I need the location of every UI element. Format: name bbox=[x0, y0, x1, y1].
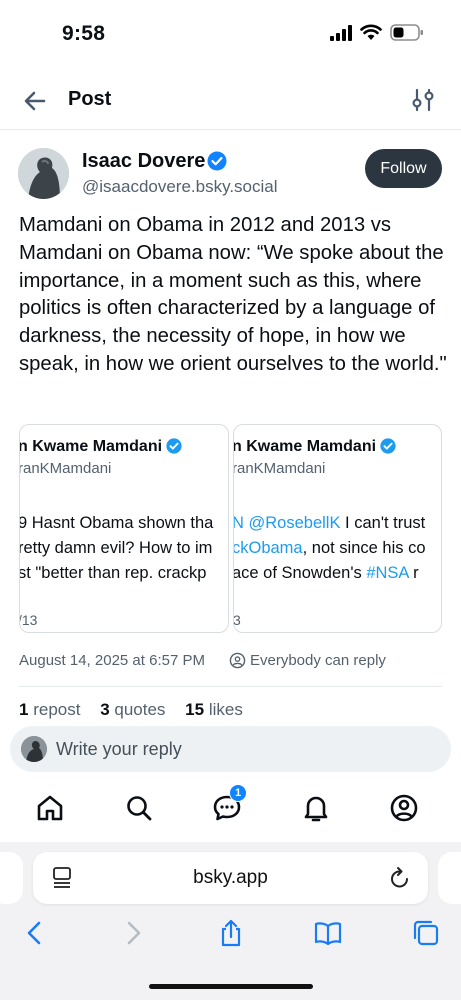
author-handle[interactable]: @isaacdovere.bsky.social bbox=[82, 177, 278, 197]
quoted-author-handle: ranKMamdani bbox=[19, 460, 112, 477]
post-image-1[interactable]: n Kwame Mamdani ranKMamdani 9 Hasnt Obam… bbox=[19, 424, 229, 633]
page-title: Post bbox=[68, 88, 112, 110]
likes-stat[interactable]: 15 likes bbox=[185, 700, 243, 719]
quoted-line: retty damn evil? How to im bbox=[19, 539, 213, 557]
post-timestamp: August 14, 2025 at 6:57 PM bbox=[19, 652, 205, 669]
mention-link: N @RosebellK bbox=[233, 514, 341, 532]
divider bbox=[19, 686, 442, 687]
battery-icon bbox=[390, 24, 423, 41]
browser-toolbar: bsky.app bbox=[0, 842, 461, 1000]
quoted-line: ckObama, not since his co bbox=[233, 536, 426, 561]
quotes-count: 3 bbox=[100, 700, 110, 719]
reposts-count: 1 bbox=[19, 700, 29, 719]
wifi-icon bbox=[360, 24, 382, 40]
home-icon[interactable] bbox=[34, 792, 66, 824]
globe-people-icon bbox=[229, 652, 246, 669]
next-tab-preview[interactable] bbox=[438, 852, 461, 904]
quotes-label: quotes bbox=[114, 700, 166, 719]
quoted-author-name: n Kwame Mamdani bbox=[19, 438, 163, 455]
avatar-image bbox=[18, 148, 69, 199]
address-bar[interactable]: bsky.app bbox=[33, 852, 428, 904]
reply-placeholder: Write your reply bbox=[56, 739, 182, 759]
chat-badge: 1 bbox=[229, 784, 247, 802]
quoted-author-name: n Kwame Mamdani bbox=[233, 438, 377, 455]
reply-setting[interactable]: Everybody can reply bbox=[229, 652, 386, 669]
author-avatar[interactable] bbox=[18, 148, 69, 199]
status-time: 9:58 bbox=[62, 22, 106, 45]
status-bar: 9:58 bbox=[0, 0, 461, 70]
profile-icon[interactable] bbox=[388, 792, 420, 824]
quoted-text-span: I can't trust bbox=[340, 514, 426, 532]
verified-badge-icon bbox=[207, 151, 227, 171]
hashtag-link: #NSA bbox=[366, 564, 409, 582]
follow-button[interactable]: Follow bbox=[365, 149, 442, 188]
share-icon[interactable] bbox=[216, 918, 246, 948]
quoted-line: N @RosebellK I can't trust bbox=[233, 511, 426, 536]
quoted-line: 9 Hasnt Obama shown tha bbox=[19, 514, 214, 532]
quoted-text-span: ace of Snowden's bbox=[233, 564, 367, 582]
sliders-icon[interactable] bbox=[409, 86, 437, 114]
quoted-tweet-date: /13 bbox=[19, 612, 38, 628]
post-text: Mamdani on Obama in 2012 and 2013 vs Mam… bbox=[19, 214, 447, 375]
url-text: bsky.app bbox=[193, 867, 268, 888]
quotes-stat[interactable]: 3 quotes bbox=[100, 700, 165, 719]
reload-icon[interactable] bbox=[389, 866, 411, 890]
quoted-line: ace of Snowden's #NSA r bbox=[233, 561, 426, 586]
avatar-image bbox=[21, 736, 47, 762]
search-icon[interactable] bbox=[123, 792, 155, 824]
tabs-icon[interactable] bbox=[411, 918, 441, 948]
user-avatar bbox=[21, 736, 47, 762]
likes-label: likes bbox=[208, 700, 243, 719]
cellular-signal-icon bbox=[330, 25, 352, 41]
verified-badge-icon bbox=[380, 438, 396, 454]
arrow-left-icon[interactable] bbox=[20, 86, 50, 116]
post-header: Post bbox=[0, 72, 461, 130]
reposts-label: repost bbox=[33, 700, 81, 719]
post-stats: 1 repost 3 quotes 15 likes bbox=[19, 700, 258, 720]
quoted-tweet-text: 9 Hasnt Obama shown tha retty damn evil?… bbox=[19, 511, 214, 586]
likes-count: 15 bbox=[185, 700, 205, 719]
reposts-stat[interactable]: 1 repost bbox=[19, 700, 80, 719]
reply-input[interactable]: Write your reply bbox=[10, 726, 451, 772]
bell-icon[interactable] bbox=[300, 792, 332, 824]
back-icon[interactable] bbox=[20, 918, 50, 948]
home-indicator bbox=[149, 984, 313, 989]
previous-tab-preview[interactable] bbox=[0, 852, 23, 904]
author-name[interactable]: Isaac Dovere bbox=[82, 150, 205, 173]
quoted-text-span: , not since his co bbox=[302, 539, 426, 557]
reply-setting-label: Everybody can reply bbox=[250, 652, 386, 669]
verified-badge-icon bbox=[166, 438, 182, 454]
quoted-text-span: r bbox=[408, 564, 419, 582]
bookmarks-icon[interactable] bbox=[313, 918, 343, 948]
forward-icon[interactable] bbox=[118, 918, 148, 948]
mention-link: ckObama bbox=[233, 539, 303, 557]
quoted-tweet-date: 3 bbox=[233, 612, 241, 628]
quoted-author-handle: ranKMamdani bbox=[233, 460, 326, 477]
quoted-tweet-text: N @RosebellK I can't trust ckObama, not … bbox=[233, 511, 426, 586]
quoted-line: st "better than rep. crackp bbox=[19, 564, 207, 582]
post-image-2[interactable]: n Kwame Mamdani ranKMamdani N @RosebellK… bbox=[233, 424, 442, 633]
